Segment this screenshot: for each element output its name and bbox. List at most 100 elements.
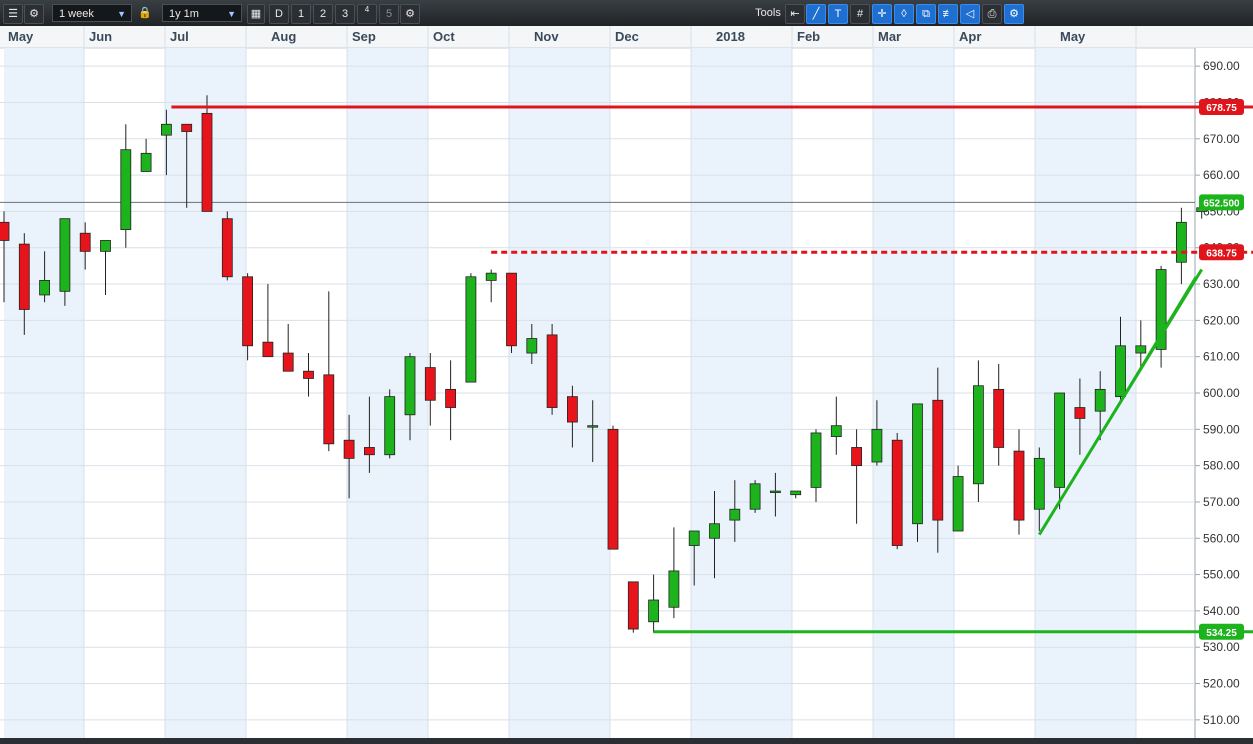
period-button-4[interactable]: 4 [357, 4, 377, 24]
month-label: 2018 [716, 29, 745, 44]
text-tool-icon[interactable]: T [828, 4, 848, 24]
candle-down [506, 272, 517, 347]
candle-down [343, 439, 355, 459]
level-price-tag-text: 678.75 [1206, 103, 1237, 114]
level-price-tag-text: 638.75 [1206, 248, 1237, 259]
range-select[interactable]: 1y 1m ▼ [162, 4, 242, 22]
candle-down [0, 221, 10, 241]
candle-up [485, 272, 497, 281]
calendar-icon[interactable]: ▦ [247, 4, 265, 24]
candle-up [912, 403, 923, 525]
candle-down [424, 367, 436, 401]
price-tick-label: 510.00 [1203, 713, 1240, 727]
candle-down [303, 370, 314, 379]
price-tick-label: 690.00 [1203, 59, 1240, 73]
crosshair-tool-icon[interactable]: ✛ [872, 4, 892, 24]
candle-down [993, 388, 1005, 448]
candle-up [39, 280, 50, 296]
grid-tool-icon[interactable]: # [850, 4, 870, 24]
price-tick-label: 540.00 [1203, 604, 1240, 618]
candle-up [648, 599, 659, 623]
month-label: May [1060, 29, 1086, 44]
month-label: Mar [878, 29, 901, 44]
candle-up [1033, 457, 1045, 510]
candle-up [160, 123, 172, 136]
candle-down [282, 352, 294, 372]
range-value: 1y 1m [169, 8, 199, 20]
period-button-2[interactable]: 2 [313, 4, 333, 24]
candle-up [120, 149, 132, 230]
candle-up [59, 218, 71, 292]
candle-down [891, 439, 903, 546]
candle-up [526, 338, 538, 354]
shape-tool-icon[interactable]: ◁ [960, 4, 980, 24]
price-tick-label: 600.00 [1203, 386, 1240, 400]
candle-up [384, 396, 396, 456]
price-tick-label: 630.00 [1203, 277, 1240, 291]
candle-up [770, 490, 781, 493]
month-label: Feb [797, 29, 820, 44]
month-label: May [8, 29, 34, 44]
interval-select[interactable]: 1 week ▼ [52, 4, 132, 22]
price-tick-label: 570.00 [1203, 495, 1240, 509]
candle-up [709, 523, 720, 539]
candle-up [688, 530, 700, 546]
candle-down [79, 232, 91, 252]
candle-up [1094, 388, 1106, 412]
price-tick-label: 520.00 [1203, 677, 1240, 691]
candle-down [1074, 407, 1086, 419]
period-button-3[interactable]: 3 [335, 4, 355, 24]
candle-up [729, 508, 741, 521]
channel-tool-icon[interactable]: ⧉ [916, 4, 936, 24]
candle-down [181, 123, 193, 132]
month-label: Dec [615, 29, 639, 44]
candle-up [810, 432, 822, 488]
chart-toolbar: ☰ ⚙ 1 week ▼ 🔒 1y 1m ▼ ▦ D 1 2 3 4 5 ⚙ Too… [0, 0, 1253, 27]
candle-down [567, 396, 578, 423]
candle-up [790, 490, 802, 496]
tools-label: Tools [755, 7, 781, 19]
chart-settings-gear-icon[interactable]: ⚙ [400, 4, 420, 24]
candle-down [18, 243, 30, 310]
candle-down [932, 399, 944, 521]
print-icon[interactable]: ⎙ [982, 4, 1002, 24]
month-label: Jun [89, 29, 112, 44]
candle-down [607, 428, 619, 550]
price-chart[interactable]: May Jun Jul Aug Sep Oct Nov Dec 2018 Feb Mar Apr May… [0, 26, 1253, 738]
month-label: Jul [170, 29, 189, 44]
candle-down [1013, 450, 1025, 521]
back-arrow-icon[interactable]: ⇤ [785, 4, 805, 24]
settings-tool-icon[interactable]: ⚙ [1004, 4, 1024, 24]
month-label: Oct [433, 29, 455, 44]
interval-value: 1 week [59, 8, 94, 20]
price-tick-label: 530.00 [1203, 640, 1240, 654]
candle-up [100, 240, 111, 252]
candle-down [262, 341, 274, 358]
gear-icon[interactable]: ⚙ [24, 4, 44, 24]
price-tick-label: 660.00 [1203, 168, 1240, 182]
line-tool-icon[interactable]: ╱ [806, 4, 826, 24]
price-tick-label: 610.00 [1203, 350, 1240, 364]
month-label: Sep [352, 29, 376, 44]
price-tick-label: 550.00 [1203, 568, 1240, 582]
month-label: Apr [959, 29, 981, 44]
marker-tool-icon[interactable]: ◊ [894, 4, 914, 24]
candle-up [952, 476, 964, 532]
candle-up [668, 570, 680, 608]
period-button-d[interactable]: D [269, 4, 289, 24]
price-tick-label: 590.00 [1203, 422, 1240, 436]
candle-up [1176, 221, 1187, 263]
candle-up [140, 152, 152, 172]
list-icon[interactable]: ☰ [3, 4, 23, 24]
price-tick-label: 670.00 [1203, 132, 1240, 146]
candle-up [1115, 345, 1126, 398]
month-label: Nov [534, 29, 559, 44]
period-button-1[interactable]: 1 [291, 4, 311, 24]
lock-icon[interactable]: 🔒 [138, 4, 152, 22]
candle-up [465, 276, 477, 383]
candle-down [627, 581, 639, 630]
candle-up [1135, 345, 1147, 354]
fib-tool-icon[interactable]: ≢ [938, 4, 958, 24]
bottom-scrollbar[interactable] [0, 738, 1253, 744]
period-button-5[interactable]: 5 [379, 4, 399, 24]
